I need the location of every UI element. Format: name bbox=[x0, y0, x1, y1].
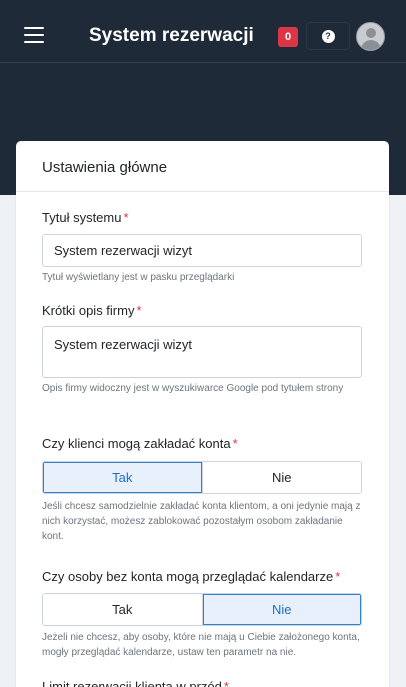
client-accounts-hint: Jeśli chcesz samodzielnie zakładać konta… bbox=[42, 501, 361, 542]
booking-limit-label: Limit rezerwacji klienta w przód * bbox=[42, 679, 229, 687]
help-button[interactable]: ? bbox=[306, 22, 350, 50]
client-accounts-label-text: Czy klienci mogą zakładać konta bbox=[42, 436, 231, 451]
client-accounts-label: Czy klienci mogą zakładać konta * bbox=[42, 436, 238, 452]
help-icon: ? bbox=[321, 29, 335, 43]
guest-calendar-label: Czy osoby bez konta mogą przeglądać kale… bbox=[42, 569, 340, 585]
required-mark: * bbox=[136, 303, 142, 318]
client-accounts-option-no[interactable]: Nie bbox=[201, 462, 361, 493]
client-accounts-option-yes[interactable]: Tak bbox=[43, 462, 202, 493]
guest-calendar-option-yes[interactable]: Tak bbox=[43, 594, 202, 625]
system-title-hint: Tytuł wyświetlany jest w pasku przegląda… bbox=[42, 272, 235, 283]
required-mark: * bbox=[335, 569, 341, 584]
settings-card: Ustawienia główne Tytuł systemu * System … bbox=[16, 141, 389, 687]
app-title: System rezerwacji bbox=[89, 25, 254, 46]
company-description-hint: Opis firmy widoczny jest w wyszukiwarce … bbox=[42, 383, 344, 394]
company-description-label: Krótki opis firmy * bbox=[42, 303, 142, 319]
required-mark: * bbox=[223, 679, 229, 687]
system-title-label-text: Tytuł systemu bbox=[42, 210, 122, 225]
guest-calendar-hint: Jeżeli nie chcesz, aby osoby, które nie … bbox=[42, 632, 360, 658]
notification-badge[interactable]: 0 bbox=[278, 27, 298, 47]
user-avatar-icon[interactable] bbox=[356, 22, 385, 51]
company-description-textarea[interactable]: System rezerwacji wizyt bbox=[42, 326, 362, 378]
company-description-label-text: Krótki opis firmy bbox=[42, 303, 135, 318]
client-accounts-toggle: Tak Nie bbox=[42, 461, 362, 494]
guest-calendar-option-no[interactable]: Nie bbox=[201, 594, 361, 625]
system-title-label: Tytuł systemu * bbox=[42, 210, 129, 226]
card-title: Ustawienia główne bbox=[16, 141, 389, 192]
required-mark: * bbox=[123, 210, 129, 225]
top-navbar: System rezerwacji 0 ? bbox=[0, 0, 406, 62]
system-title-input[interactable]: System rezerwacji wizyt bbox=[42, 234, 362, 267]
guest-calendar-label-text: Czy osoby bez konta mogą przeglądać kale… bbox=[42, 569, 334, 584]
booking-limit-label-text: Limit rezerwacji klienta w przód bbox=[42, 679, 222, 687]
guest-calendar-toggle: Tak Nie bbox=[42, 593, 362, 626]
menu-icon[interactable] bbox=[24, 27, 44, 43]
required-mark: * bbox=[232, 436, 238, 451]
